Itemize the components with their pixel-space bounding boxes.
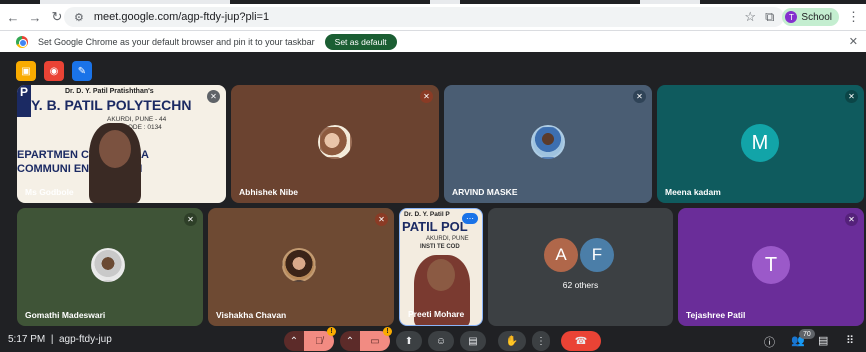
banner-line: Dr. D. Y. Patil Pratishthan's — [65, 88, 154, 95]
mic-off-icon: 🎙̸ — [315, 335, 323, 347]
warning-badge-icon: ! — [327, 327, 336, 336]
mic-off-icon: ✕ — [207, 90, 220, 103]
browser-toolbar: ← → ↻ ⚙ meet.google.com/agp-ftdy-jup?pli… — [0, 4, 866, 30]
participant-tile[interactable]: T ✕ Tejashree Patil — [678, 208, 864, 326]
participant-avatar: T — [752, 246, 790, 284]
banner-line: Dr. D. Y. Patil P — [404, 211, 450, 218]
participant-avatar: M — [741, 124, 779, 162]
present-screen-button[interactable]: ⬆ — [396, 331, 422, 351]
meet-stage: ▣ ◉ ✎ P Dr. D. Y. Patil Pratishthan's Y.… — [0, 52, 866, 352]
speaking-indicator-icon: ⋯ — [462, 213, 478, 224]
default-browser-infobar: Set Google Chrome as your default browse… — [0, 30, 866, 52]
extensions-icon[interactable]: ⧉ — [765, 9, 774, 25]
meeting-details-icon[interactable]: ⓘ — [764, 334, 775, 350]
meeting-info: 5:17 PM | agp-ftdy-jup — [8, 334, 112, 345]
activities-icon[interactable]: ⠿ — [846, 334, 854, 347]
others-count: 62 others — [562, 280, 599, 290]
clock-time: 5:17 PM — [8, 334, 46, 345]
video-options-chevron-icon[interactable]: ⌃ — [340, 331, 360, 351]
participant-tile-presenter-small[interactable]: Dr. D. Y. Patil P PATIL POL AKURDI, PUNE… — [399, 208, 483, 326]
participant-tile-presenter[interactable]: P Dr. D. Y. Patil Pratishthan's Y. B. PA… — [17, 85, 226, 203]
extension-buttons: ▣ ◉ ✎ — [16, 61, 92, 81]
others-tile[interactable]: A F 62 others — [488, 208, 673, 326]
separator: | — [50, 334, 54, 345]
audio-options-chevron-icon[interactable]: ⌃ — [284, 331, 304, 351]
back-icon[interactable]: ← — [4, 8, 22, 26]
emoji-reaction-button[interactable]: ☺ — [428, 331, 454, 351]
mic-off-icon: ✕ — [375, 213, 388, 226]
raise-hand-button[interactable]: ✋ — [498, 331, 526, 351]
warning-badge-icon: ! — [383, 327, 392, 336]
participant-name: Preeti Mohare — [408, 309, 465, 319]
site-info-icon[interactable]: ⚙ — [74, 11, 84, 24]
mic-off-icon: ✕ — [184, 213, 197, 226]
participant-name: Abhishek Nibe — [239, 187, 299, 197]
participant-count-badge: 70 — [799, 329, 815, 339]
more-options-button[interactable]: ⋮ — [532, 331, 550, 351]
infobar-message: Set Google Chrome as your default browse… — [38, 36, 315, 47]
banner-line: INSTI TE COD — [420, 244, 460, 250]
close-icon[interactable]: ✕ — [849, 35, 858, 48]
profile-button[interactable]: T School — [782, 8, 839, 26]
participant-avatar: A — [544, 238, 578, 272]
participant-name: ARVIND MASKE — [452, 187, 518, 197]
participant-avatar — [318, 125, 352, 159]
participant-face — [99, 130, 131, 168]
more-vert-icon: ⋮ — [536, 335, 546, 347]
banner-line: PATIL POL — [402, 219, 468, 234]
set-as-default-button[interactable]: Set as default — [324, 33, 397, 50]
leave-call-button[interactable]: ☎ — [561, 331, 601, 351]
participant-tile[interactable]: M ✕ Meena kadam — [657, 85, 864, 203]
participant-name: Vishakha Chavan — [216, 310, 287, 320]
mic-off-icon: ✕ — [845, 90, 858, 103]
participant-name: Tejashree Patil — [686, 310, 746, 320]
emoji-icon: ☺ — [435, 335, 447, 347]
chrome-menu-icon[interactable]: ⋮ — [847, 9, 860, 25]
mic-off-icon: ✕ — [845, 213, 858, 226]
participant-tile[interactable]: ✕ Gomathi Madeswari — [17, 208, 203, 326]
bookmark-star-icon[interactable]: ☆ — [744, 9, 756, 25]
participant-tile[interactable]: ✕ ARVIND MASKE — [444, 85, 652, 203]
participant-avatar — [531, 125, 565, 159]
participant-name: Ms Godbole — [25, 187, 74, 197]
captions-button[interactable]: ▤ — [460, 331, 486, 351]
camera-off-icon: ▭ — [370, 335, 380, 347]
record-icon[interactable]: ◉ — [44, 61, 64, 81]
banner-line: AKURDI, PUNE - 44 — [107, 116, 167, 123]
banner-line: AKURDI, PUNE — [426, 236, 469, 242]
mic-off-icon: ✕ — [633, 90, 646, 103]
chat-icon[interactable]: ▤ — [818, 334, 828, 347]
hand-icon: ✋ — [505, 335, 519, 347]
profile-avatar: T — [785, 11, 798, 23]
address-bar[interactable]: ⚙ meet.google.com/agp-ftdy-jup?pli=1 ☆ — [64, 7, 784, 27]
hide-video-icon[interactable]: ▣ — [16, 61, 36, 81]
forward-icon[interactable]: → — [26, 8, 44, 26]
participant-avatar — [282, 248, 316, 282]
banner-line: Y. B. PATIL POLYTECHN — [31, 97, 192, 113]
mic-off-icon: ✕ — [420, 90, 433, 103]
profile-label: School — [801, 11, 832, 23]
participant-face — [427, 259, 455, 291]
toolbar-right: ⧉ T School ⋮ — [765, 8, 860, 26]
camera-toggle-button[interactable]: ▭ ! — [360, 327, 392, 351]
chrome-logo-icon — [16, 35, 28, 48]
participant-avatar — [91, 248, 125, 282]
edit-icon[interactable]: ✎ — [72, 61, 92, 81]
present-icon: ⬆ — [404, 335, 414, 347]
url-text[interactable]: meet.google.com/agp-ftdy-jup?pli=1 — [94, 11, 269, 23]
captions-icon: ▤ — [468, 335, 478, 347]
hangup-icon: ☎ — [574, 335, 588, 347]
participant-name: Gomathi Madeswari — [25, 310, 106, 320]
participant-name: Meena kadam — [665, 187, 721, 197]
participant-tile[interactable]: ✕ Vishakha Chavan — [208, 208, 394, 326]
participant-avatar: F — [580, 238, 614, 272]
participant-tile[interactable]: ✕ Abhishek Nibe — [231, 85, 439, 203]
meeting-code: agp-ftdy-jup — [58, 334, 112, 345]
mic-toggle-button[interactable]: 🎙̸ ! — [304, 327, 336, 351]
meet-control-bar: 5:17 PM | agp-ftdy-jup ⌃ 🎙̸ ! ⌃ ▭ ! ⬆ ☺ … — [0, 327, 866, 352]
banner-logo: P — [17, 85, 31, 117]
